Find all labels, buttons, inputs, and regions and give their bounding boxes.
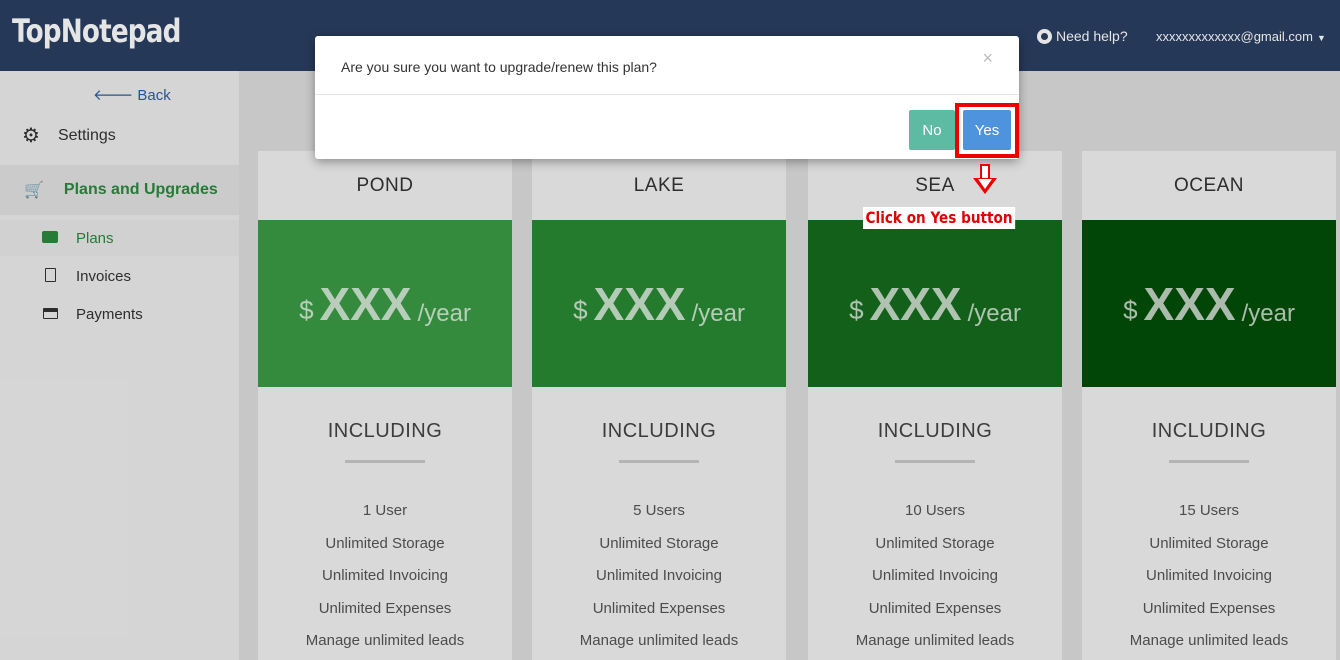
confirm-upgrade-dialog: Are you sure you want to upgrade/renew t… [315, 36, 1019, 159]
close-icon[interactable]: × [982, 48, 993, 69]
no-button[interactable]: No [909, 110, 955, 150]
yes-button-highlight-box [955, 103, 1019, 158]
dialog-divider [315, 94, 1019, 95]
instruction-callout: Click on Yes button [863, 207, 1016, 229]
dialog-question: Are you sure you want to upgrade/renew t… [341, 59, 657, 75]
